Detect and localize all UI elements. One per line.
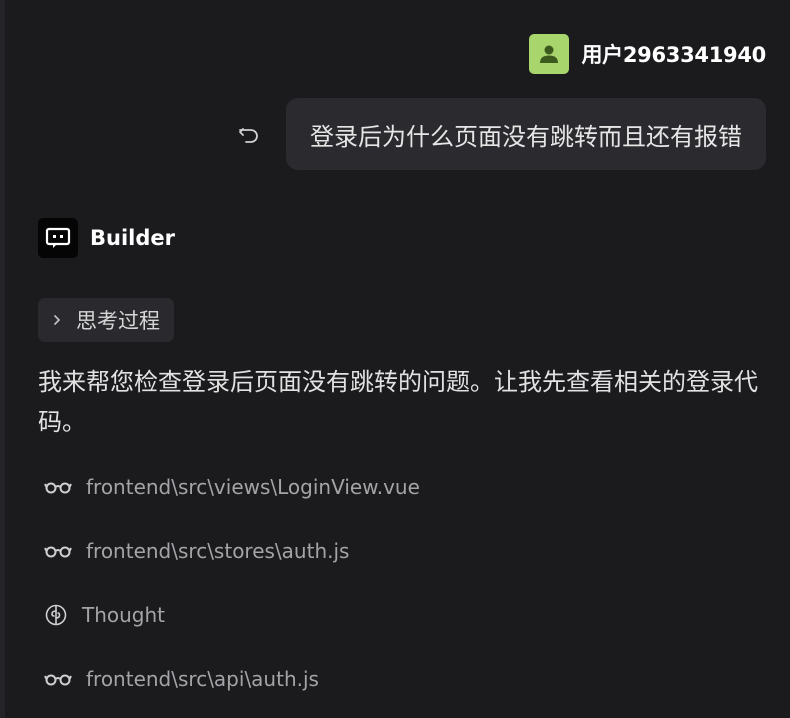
thinking-process-label: 思考过程 bbox=[76, 309, 160, 333]
user-message-row: 登录后为什么页面没有跳转而且还有报错 bbox=[236, 98, 766, 170]
person-icon bbox=[540, 45, 559, 63]
brain-icon bbox=[44, 604, 68, 626]
thinking-process-toggle[interactable]: 思考过程 bbox=[38, 298, 174, 342]
activity-item-read-file[interactable]: frontend\src\stores\auth.js bbox=[44, 539, 349, 563]
chat-bot-icon bbox=[45, 227, 71, 248]
assistant-header: Builder bbox=[38, 218, 175, 258]
activity-item-read-file[interactable]: frontend\src\api\auth.js bbox=[44, 667, 319, 691]
glasses-icon bbox=[44, 668, 72, 690]
undo-icon[interactable] bbox=[236, 121, 262, 147]
assistant-name: Builder bbox=[90, 226, 175, 250]
assistant-avatar bbox=[38, 218, 78, 258]
activity-label: Thought bbox=[82, 603, 166, 627]
user-avatar bbox=[529, 34, 570, 74]
activity-label: frontend\src\stores\auth.js bbox=[86, 539, 350, 563]
user-name: 用户2963341940 bbox=[581, 43, 766, 67]
assistant-message: 我来帮您检查登录后页面没有跳转的问题。让我先查看相关的登录代码。 bbox=[38, 368, 758, 436]
activity-label: frontend\src\views\LoginView.vue bbox=[86, 475, 420, 499]
chat-panel: 用户2963341940 登录后为什么页面没有跳转而且还有报错 Builder bbox=[0, 0, 790, 718]
user-message-bubble: 登录后为什么页面没有跳转而且还有报错 bbox=[286, 98, 766, 170]
activity-item-thought[interactable]: Thought bbox=[44, 603, 165, 627]
glasses-icon bbox=[44, 476, 72, 498]
activity-label: frontend\src\api\auth.js bbox=[86, 667, 319, 691]
user-header: 用户2963341940 bbox=[529, 34, 766, 74]
panel-divider[interactable] bbox=[0, 0, 5, 718]
chevron-right-icon bbox=[50, 313, 64, 327]
activity-item-read-file[interactable]: frontend\src\views\LoginView.vue bbox=[44, 475, 420, 499]
glasses-icon bbox=[44, 540, 72, 562]
